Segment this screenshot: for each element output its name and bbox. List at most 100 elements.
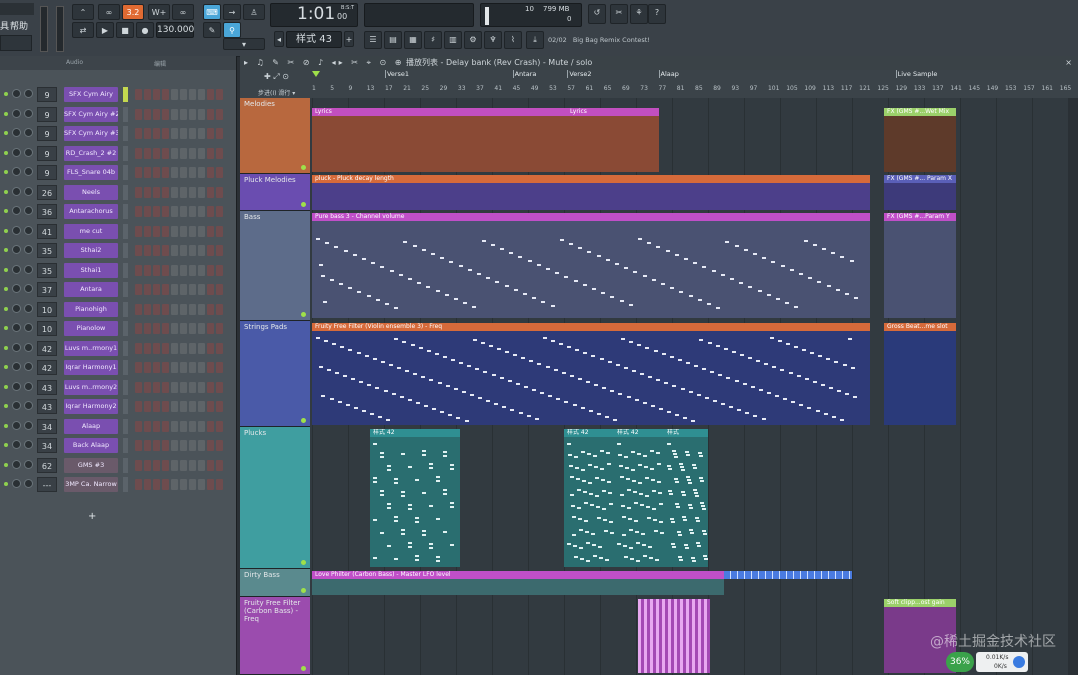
step-button[interactable] [189, 401, 196, 412]
step-button[interactable] [162, 186, 169, 198]
channel-select[interactable] [123, 399, 128, 414]
step-button[interactable] [216, 342, 223, 354]
step-button[interactable] [216, 108, 223, 120]
step-button[interactable] [207, 420, 214, 432]
channel-volume-knob[interactable] [24, 401, 33, 410]
step-button[interactable] [144, 342, 151, 354]
step-button[interactable] [144, 108, 151, 120]
step-button[interactable] [162, 206, 169, 217]
channel-pan-knob[interactable] [12, 284, 21, 293]
step-button[interactable] [180, 167, 187, 178]
fx-param-x-clip[interactable]: FX (GMS #... Param X [884, 175, 956, 210]
step-button[interactable] [207, 264, 214, 276]
loop-record-button[interactable]: ∞ [172, 4, 194, 20]
channel-select[interactable] [123, 379, 128, 395]
hint-bar[interactable]: 02/02 Big Bag Remix Contest! [548, 32, 654, 48]
channel-mixer-track[interactable]: 35 [37, 243, 57, 258]
step-button[interactable] [135, 245, 142, 256]
channel-name-button[interactable]: SFX Cym Airy [64, 87, 118, 102]
step-button[interactable] [189, 323, 196, 334]
step-button[interactable] [144, 420, 151, 432]
step-button[interactable] [162, 362, 169, 373]
master-pitch-slider[interactable] [56, 6, 64, 52]
step-button[interactable] [216, 381, 223, 393]
step-button[interactable] [216, 303, 223, 315]
download-icon[interactable]: ⤓ [526, 31, 544, 49]
step-button[interactable] [171, 420, 178, 432]
step-button[interactable] [180, 264, 187, 276]
track-header[interactable]: Strings Pads [240, 321, 310, 427]
lyrics-clip[interactable]: Lyrics [312, 108, 567, 172]
step-button[interactable] [216, 128, 223, 139]
track-header[interactable]: Fruity Free Filter (Carbon Bass) - Freq [240, 597, 310, 675]
step-button[interactable] [162, 89, 169, 100]
step-button[interactable] [171, 167, 178, 178]
channel-mixer-track[interactable]: 35 [37, 262, 57, 278]
step-button[interactable] [207, 128, 214, 139]
step-button[interactable] [216, 362, 223, 373]
channel-mixer-track[interactable]: 9 [37, 165, 57, 180]
channel-mute-led[interactable] [4, 92, 8, 96]
prev-pattern-button[interactable]: ◂ [274, 31, 284, 47]
love-philter-clip[interactable]: Love Philter (Carbon Bass) - Master LFO … [312, 571, 724, 595]
step-button[interactable] [162, 440, 169, 451]
step-button[interactable] [189, 108, 196, 120]
pluck-pattern-clip[interactable]: 样式 42 [564, 429, 614, 567]
channel-select[interactable] [123, 477, 128, 492]
track-led[interactable] [301, 312, 306, 317]
step-button[interactable] [207, 206, 214, 217]
channel-volume-knob[interactable] [24, 147, 33, 157]
channel-mute-led[interactable] [4, 365, 8, 369]
playlist-view-icon[interactable]: ☰ [364, 31, 382, 49]
channel-select[interactable] [123, 106, 128, 122]
pure-bass-clip[interactable]: Pure bass 3 - Channel volume [312, 213, 870, 318]
channel-pan-knob[interactable] [12, 264, 21, 274]
step-button[interactable] [144, 147, 151, 159]
timeline-marker[interactable]: Alaap [658, 70, 679, 78]
step-button[interactable] [162, 479, 169, 490]
channel-volume-knob[interactable] [24, 303, 33, 313]
channel-pan-knob[interactable] [12, 479, 21, 488]
track-led[interactable] [301, 560, 306, 565]
step-button[interactable] [135, 225, 142, 237]
step-button[interactable] [189, 167, 196, 178]
step-button[interactable] [189, 89, 196, 100]
step-button[interactable] [207, 440, 214, 451]
stop-button[interactable]: ■ [116, 22, 134, 38]
channel-select[interactable] [123, 282, 128, 297]
channel-name-button[interactable]: Sthai1 [64, 262, 118, 278]
step-button[interactable] [171, 284, 178, 295]
step-button[interactable] [180, 284, 187, 295]
track-led[interactable] [301, 165, 306, 170]
timeline-ruler[interactable]: 1 5 9 13 17 21 25 29 33 37 41 45 49 53 57 61 65 69 73 77 81 8… [312, 70, 1078, 98]
channel-pan-knob[interactable] [12, 206, 21, 215]
channel-volume-knob[interactable] [24, 206, 33, 215]
step-button[interactable] [153, 264, 160, 276]
step-button[interactable] [144, 225, 151, 237]
step-button[interactable] [135, 167, 142, 178]
step-button[interactable] [153, 206, 160, 217]
step-button[interactable] [162, 128, 169, 139]
step-button[interactable] [153, 186, 160, 198]
playlist-close-icon[interactable]: × [1065, 56, 1072, 70]
step-button[interactable] [189, 342, 196, 354]
pluck-pattern-clip[interactable]: 样式 [664, 429, 708, 567]
zoom-icons[interactable]: ✚ ⤢ ⊙ [264, 72, 289, 82]
channel-pan-knob[interactable] [12, 225, 21, 235]
channel-volume-knob[interactable] [24, 479, 33, 488]
step-button[interactable] [135, 128, 142, 139]
step-button[interactable] [207, 284, 214, 295]
tempo-display[interactable]: 130.000 [156, 22, 194, 38]
step-button[interactable] [198, 108, 205, 120]
channel-mute-led[interactable] [4, 170, 8, 174]
step-button[interactable] [198, 225, 205, 237]
channel-name-button[interactable]: RD_Crash_2 #2 [64, 145, 118, 161]
channel-volume-knob[interactable] [24, 420, 33, 430]
step-button[interactable] [153, 381, 160, 393]
channel-mixer-track[interactable]: 9 [37, 87, 57, 102]
step-button[interactable] [180, 381, 187, 393]
step-button[interactable] [144, 245, 151, 256]
channel-mute-led[interactable] [4, 267, 8, 272]
channel-pan-knob[interactable] [12, 401, 21, 410]
step-button[interactable] [207, 459, 214, 471]
